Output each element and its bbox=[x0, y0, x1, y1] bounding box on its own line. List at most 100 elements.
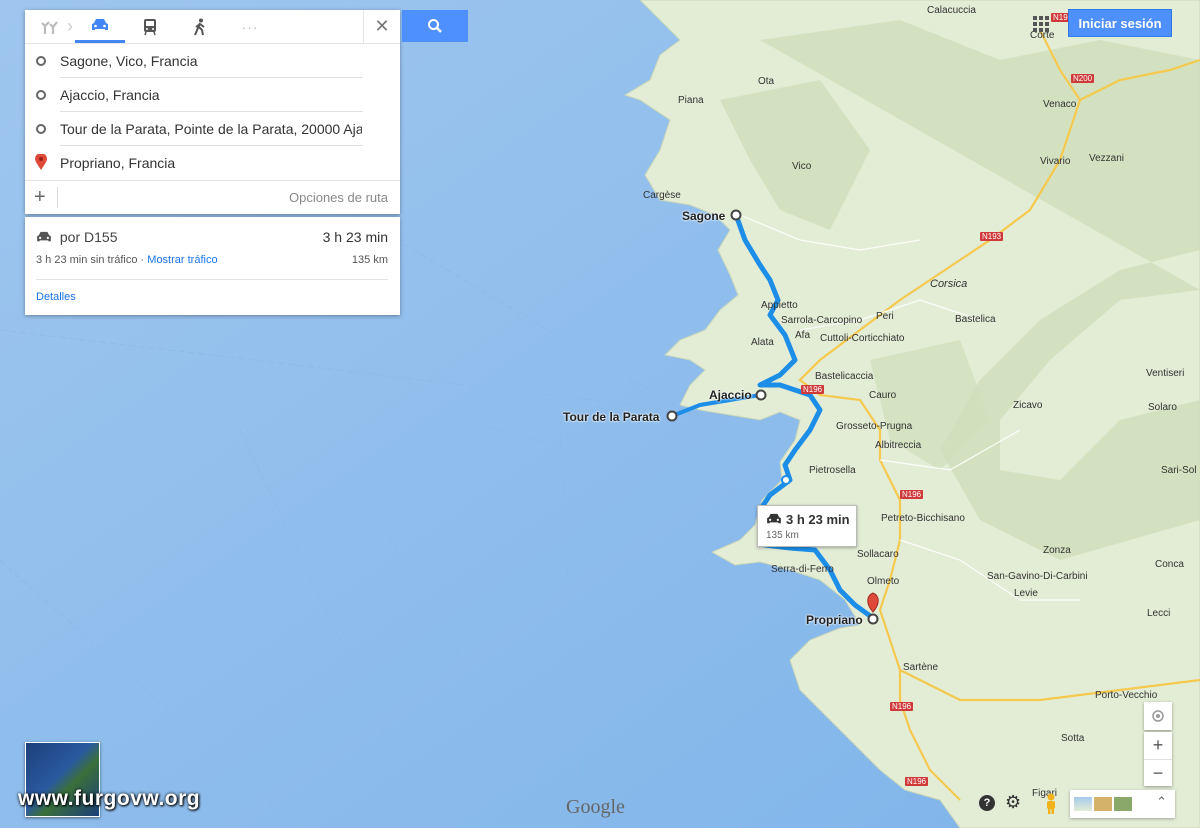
road-label: N196 bbox=[900, 490, 924, 499]
route-distance: 135 km bbox=[351, 254, 388, 266]
waypoint-input[interactable]: Propriano, Francia bbox=[60, 155, 362, 171]
place-label: Ota bbox=[758, 76, 775, 87]
route-via: por D155 bbox=[59, 229, 118, 245]
place-label: Sotta bbox=[1061, 733, 1085, 744]
waypoint-input[interactable]: Sagone, Vico, Francia bbox=[60, 53, 362, 69]
travel-mode-bar: › ··· ✕ bbox=[25, 10, 400, 44]
callout-duration: 3 h 23 min bbox=[786, 512, 850, 527]
stop-label-ajaccio: Ajaccio bbox=[709, 388, 752, 402]
settings-gear-icon[interactable]: ⚙ bbox=[1005, 792, 1021, 813]
terrain-layer-icon[interactable] bbox=[1074, 797, 1092, 811]
place-label: Bastelica bbox=[955, 314, 996, 325]
route-callout[interactable]: 3 h 23 min 135 km bbox=[757, 505, 857, 547]
waypoint-row[interactable]: Ajaccio, Francia bbox=[25, 78, 400, 112]
place-label: Cuttoli-Corticchiato bbox=[820, 333, 905, 344]
place-label: Alata bbox=[751, 337, 774, 348]
waypoint-row[interactable]: Sagone, Vico, Francia bbox=[25, 44, 400, 78]
place-label: Porto-Vecchio bbox=[1095, 690, 1158, 701]
place-label: Serra-di-Ferro bbox=[771, 564, 834, 575]
search-button[interactable] bbox=[402, 10, 468, 42]
car-icon bbox=[37, 231, 51, 242]
place-label: Conca bbox=[1155, 559, 1184, 570]
traffic-layer-icon[interactable] bbox=[1094, 797, 1112, 811]
transit-icon[interactable] bbox=[125, 10, 175, 43]
my-location-button[interactable] bbox=[1144, 702, 1172, 730]
road-label: N196 bbox=[905, 777, 929, 786]
waypoint-input[interactable]: Tour de la Parata, Pointe de la Parata, … bbox=[60, 121, 362, 137]
place-label: Grosseto-Prugna bbox=[836, 421, 913, 432]
route-options-row: + Opciones de ruta bbox=[25, 180, 400, 214]
place-label: Vivario bbox=[1040, 156, 1071, 167]
pin-icon bbox=[35, 153, 47, 175]
place-label: Ventiseri bbox=[1146, 368, 1185, 379]
waypoint-dot-icon bbox=[36, 90, 46, 100]
google-logo: Google bbox=[566, 796, 625, 818]
zoom-control: + − bbox=[1144, 732, 1172, 786]
waypoint-dot-icon bbox=[36, 124, 46, 134]
road-label: N200 bbox=[1071, 74, 1095, 83]
place-label: Calacuccia bbox=[927, 5, 976, 16]
place-label: Piana bbox=[678, 95, 704, 106]
zoom-in-button[interactable]: + bbox=[1144, 732, 1172, 760]
route-duration: 3 h 23 min bbox=[322, 229, 388, 245]
place-label: Afa bbox=[795, 330, 811, 341]
expand-icon[interactable]: ⌃ bbox=[1156, 794, 1167, 810]
place-label: Cargèse bbox=[643, 190, 681, 201]
place-label: Zonza bbox=[1043, 545, 1071, 556]
place-label: Appietto bbox=[761, 300, 798, 311]
car-icon bbox=[767, 513, 781, 524]
place-label: Olmeto bbox=[867, 576, 900, 587]
place-label: Sartène bbox=[903, 662, 939, 673]
duration-no-traffic: 3 h 23 min sin tráfico bbox=[36, 254, 138, 266]
place-label: Cauro bbox=[869, 390, 897, 401]
place-label: San-Gavino-Di-Carbini bbox=[987, 571, 1088, 582]
place-label: Sollacaro bbox=[857, 549, 899, 560]
waypoint-dot-icon bbox=[36, 56, 46, 66]
callout-distance: 135 km bbox=[766, 530, 799, 541]
signin-button[interactable]: Iniciar sesión bbox=[1068, 9, 1172, 37]
place-label: Sari-Sol bbox=[1161, 465, 1197, 476]
pegman-icon[interactable] bbox=[1044, 793, 1058, 820]
add-destination-button[interactable]: + bbox=[34, 186, 46, 209]
stop-label-sagone: Sagone bbox=[682, 209, 726, 223]
target-icon bbox=[1152, 710, 1164, 722]
place-label: Peri bbox=[876, 311, 894, 322]
car-icon[interactable] bbox=[75, 10, 125, 43]
place-label: Pietrosella bbox=[809, 465, 856, 476]
place-label: Bastelicaccia bbox=[815, 371, 874, 382]
zoom-out-button[interactable]: − bbox=[1144, 760, 1172, 787]
stop-label-propriano: Propriano bbox=[806, 613, 863, 627]
more-icon[interactable]: ··· bbox=[225, 10, 275, 43]
map-layers-bar[interactable]: ⌃ bbox=[1070, 790, 1175, 818]
waypoint-row[interactable]: Propriano, Francia bbox=[25, 146, 400, 180]
search-icon bbox=[428, 19, 442, 33]
road-label: N196 bbox=[890, 702, 914, 711]
place-label: Venaco bbox=[1043, 99, 1077, 110]
help-icon[interactable]: ? bbox=[979, 795, 995, 811]
region-label: Corsica bbox=[930, 278, 968, 290]
place-label: Solaro bbox=[1148, 402, 1177, 413]
directions-panel: › ··· ✕ Sagone, Vico, Francia Ajaccio, F… bbox=[25, 10, 400, 214]
waypoint-row[interactable]: Tour de la Parata, Pointe de la Parata, … bbox=[25, 112, 400, 146]
close-icon[interactable]: ✕ bbox=[363, 10, 400, 43]
place-label: Zicavo bbox=[1013, 400, 1043, 411]
waypoint-input[interactable]: Ajaccio, Francia bbox=[60, 87, 362, 103]
details-link[interactable]: Detalles bbox=[36, 291, 76, 303]
place-label: Albitreccia bbox=[875, 440, 922, 451]
place-label: Levie bbox=[1014, 588, 1038, 599]
place-label: Vico bbox=[792, 161, 812, 172]
place-label: Petreto-Bicchisano bbox=[881, 513, 965, 524]
place-label: Lecci bbox=[1147, 608, 1171, 619]
road-label: N193 bbox=[980, 232, 1004, 241]
satellite-layer-icon[interactable] bbox=[1114, 797, 1132, 811]
show-traffic-link[interactable]: Mostrar tráfico bbox=[147, 254, 217, 266]
route-options-link[interactable]: Opciones de ruta bbox=[289, 190, 388, 205]
road-label: N196 bbox=[801, 385, 825, 394]
route-result-card[interactable]: por D155 3 h 23 min 3 h 23 min sin tráfi… bbox=[25, 217, 400, 315]
watermark: www.furgovw.org bbox=[18, 787, 201, 810]
stop-label-parata: Tour de la Parata bbox=[563, 410, 660, 424]
apps-grid-icon[interactable] bbox=[1033, 16, 1049, 37]
walk-icon[interactable] bbox=[175, 10, 225, 43]
place-label: Vezzani bbox=[1089, 153, 1125, 164]
place-label: Sarrola-Carcopino bbox=[781, 315, 863, 326]
